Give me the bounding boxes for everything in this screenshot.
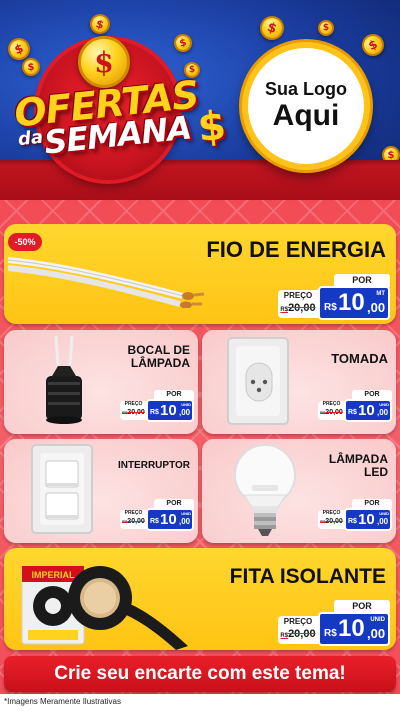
old-price-box: PREÇO R$20,00 [318, 401, 345, 420]
price-unit: UNID [379, 511, 389, 516]
product-name: LÂMPADA LED [328, 452, 388, 479]
old-price-label: PREÇO [322, 510, 341, 516]
product-name: TOMADA [331, 351, 388, 366]
price-box: R$ 10 ,00 UNID [318, 612, 390, 646]
old-price-box: PREÇO R$20,00 [120, 510, 147, 529]
price-currency: R$ [150, 518, 159, 525]
logo-text-line2: Aqui [272, 99, 340, 132]
old-price-box: PREÇO R$20,00 [120, 401, 147, 420]
coin-icon: $ [256, 12, 288, 44]
price-currency: R$ [324, 628, 337, 639]
price-currency: R$ [348, 518, 357, 525]
price-box: R$ 10 ,00 UNID [146, 508, 194, 531]
old-price: R$20,00 [280, 628, 316, 640]
tape-brand: IMPERIAL [31, 570, 75, 580]
cable-icon [8, 257, 205, 308]
old-price-box: PREÇO R$20,00 [278, 616, 318, 644]
title-da: da [16, 126, 45, 151]
price-decimal: ,00 [179, 408, 191, 417]
price-tag: POR R$ 10 ,00 UNID PREÇO R$20,00 [318, 390, 392, 422]
old-price: R$20,00 [122, 409, 145, 416]
price-unit: UNID [379, 402, 389, 407]
old-price-label: PREÇO [124, 510, 143, 516]
price-unit: UNID [181, 402, 191, 407]
logo-placeholder[interactable]: Sua Logo Aqui [242, 42, 370, 170]
price-box: R$ 10 ,00 UNID [344, 399, 392, 422]
price-unit: UNID [181, 511, 191, 516]
title-dollar-sign: $ [195, 102, 229, 152]
header-banner: $ $ $ $ $ $ $ $ $ $ OFERTAS da SEMANA $ … [0, 0, 400, 200]
old-price-box: PREÇO R$20,00 [318, 510, 345, 529]
price-unit: MT [376, 291, 385, 297]
old-price: R$20,00 [320, 518, 343, 525]
price-unit: UNID [370, 617, 385, 623]
price-currency: R$ [324, 302, 337, 313]
coin-icon: $ [22, 58, 40, 76]
price-box: R$ 10 ,00 UNID [344, 508, 392, 531]
product-name: FITA ISOLANTE [229, 565, 386, 588]
price-box: R$ 10 ,00 UNID [146, 399, 194, 422]
price-currency: R$ [348, 409, 357, 416]
price-tag: POR R$ 10 ,00 UNID PREÇO R$20,00 [318, 499, 392, 531]
old-price: R$20,00 [320, 409, 343, 416]
price-integer: 10 [358, 511, 375, 528]
cta-button[interactable]: Crie seu encarte com este tema! [4, 656, 396, 692]
price-decimal: ,00 [367, 300, 386, 315]
old-price: R$20,00 [122, 518, 145, 525]
price-decimal: ,00 [367, 626, 386, 641]
price-tag: POR R$ 10 ,00 UNID PREÇO R$20,00 [120, 390, 194, 422]
price-tag: POR R$ 10 ,00 MT PREÇO R$20,00 [278, 274, 390, 320]
price-integer: 10 [160, 511, 177, 528]
old-price-label: PREÇO [124, 401, 143, 407]
discount-badge: -50% [8, 233, 42, 251]
tape-icon: IMPERIAL [21, 565, 188, 650]
price-box: R$ 10 ,00 MT [318, 286, 390, 320]
price-integer: 10 [358, 402, 375, 419]
coin-icon: $ [171, 31, 195, 55]
lamp-socket-icon [46, 336, 82, 424]
coin-icon: $ [318, 20, 334, 36]
old-price-label: PREÇO [283, 617, 313, 626]
header-stage [0, 160, 400, 200]
price-decimal: ,00 [377, 517, 389, 526]
price-decimal: ,00 [179, 517, 191, 526]
old-price: R$20,00 [280, 302, 316, 314]
switch-icon [31, 444, 93, 534]
product-name: FIO DE ENERGIA [206, 237, 386, 262]
coin-icon: $ [87, 11, 113, 37]
old-price-box: PREÇO R$20,00 [278, 290, 318, 318]
outlet-icon [227, 337, 289, 425]
disclaimer-text: *Imagens Meramente Ilustrativas [4, 697, 121, 706]
price-integer: 10 [338, 289, 365, 316]
product-name: BOCAL DE LÂMPADA [127, 343, 190, 370]
price-tag: POR R$ 10 ,00 UNID PREÇO R$20,00 [120, 499, 194, 531]
product-name: INTERRUPTOR [117, 460, 190, 471]
price-tag: POR R$ 10 ,00 UNID PREÇO R$20,00 [278, 600, 390, 646]
led-bulb-icon [234, 444, 296, 536]
price-integer: 10 [160, 402, 177, 419]
logo-text-line1: Sua Logo [265, 79, 347, 99]
coin-icon: $ [358, 30, 388, 60]
price-integer: 10 [338, 615, 365, 642]
old-price-label: PREÇO [322, 401, 341, 407]
price-currency: R$ [150, 409, 159, 416]
old-price-label: PREÇO [283, 291, 313, 300]
price-decimal: ,00 [377, 408, 389, 417]
